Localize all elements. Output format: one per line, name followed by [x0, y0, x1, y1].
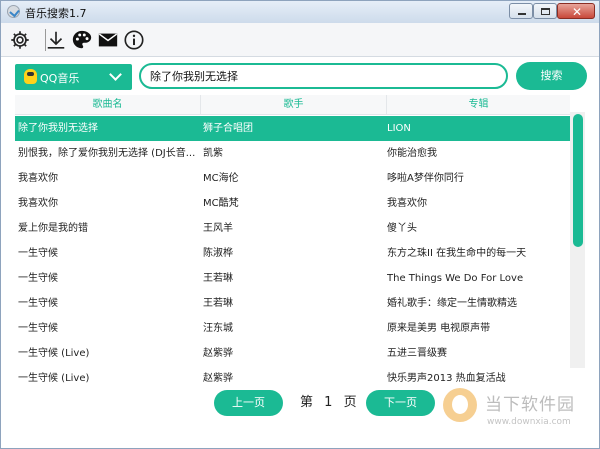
close-icon: ✕: [572, 5, 583, 19]
maximize-icon: [541, 8, 550, 15]
table-row[interactable]: 一生守候 (Live) 赵紫骅 快乐男声2013 热血复活战: [15, 366, 570, 384]
table-row[interactable]: 一生守候 陈淑桦 东方之珠II 在我生命中的每一天: [15, 241, 570, 266]
song-cell: 爱上你是我的错: [18, 223, 88, 234]
scrollbar-thumb[interactable]: [573, 114, 583, 247]
watermark: 当下软件园 www.downxia.com: [441, 384, 591, 444]
table-row[interactable]: 我喜欢你 MC酷梵 我喜欢你: [15, 191, 570, 216]
maximize-button[interactable]: [533, 3, 557, 19]
album-cell: 五进三晋级赛: [387, 348, 447, 359]
table-row[interactable]: 爱上你是我的错 王风羊 傻丫头: [15, 216, 570, 241]
album-cell: 快乐男声2013 热血复活战: [387, 373, 506, 384]
artist-cell: 王风羊: [203, 223, 233, 234]
song-cell: 一生守候: [18, 248, 58, 259]
watermark-url: www.downxia.com: [487, 417, 571, 427]
song-cell: 一生守候: [18, 273, 58, 284]
artist-cell: 狮子合唱团: [203, 123, 253, 134]
close-button[interactable]: ✕: [557, 3, 595, 19]
song-cell: 一生守候: [18, 323, 58, 334]
page-indicator: 第 1 页: [300, 391, 364, 410]
window-title: 音乐搜索1.7: [25, 7, 87, 20]
song-cell: 别恨我，除了爱你我别无选择 (DJ长音...: [18, 148, 196, 159]
album-cell: 哆啦A梦伴你同行: [387, 173, 464, 184]
album-cell: 我喜欢你: [387, 198, 427, 209]
results-list: 除了你我别无选择 狮子合唱团 LION 别恨我，除了爱你我别无选择 (DJ长音.…: [15, 116, 570, 384]
search-button[interactable]: 搜索: [516, 62, 587, 90]
gear-icon[interactable]: [9, 29, 31, 51]
artist-cell: 王若琳: [203, 273, 233, 284]
page-number: 1: [324, 395, 333, 410]
table-row[interactable]: 我喜欢你 MC海伦 哆啦A梦伴你同行: [15, 166, 570, 191]
artist-cell: 汪东城: [203, 323, 233, 334]
song-cell: 我喜欢你: [18, 173, 58, 184]
minimize-icon: [518, 13, 526, 15]
info-icon[interactable]: [123, 29, 145, 51]
artist-cell: 赵紫骅: [203, 373, 233, 384]
watermark-name: 当下软件园: [485, 395, 575, 415]
song-cell: 一生守候: [18, 298, 58, 309]
artist-cell: 凯紫: [203, 148, 223, 159]
app-window: 音乐搜索1.7 ✕ QQ音乐 搜索 歌曲名 歌手: [0, 0, 600, 449]
palette-icon[interactable]: [71, 29, 93, 51]
album-cell: 傻丫头: [387, 223, 417, 234]
page-label-suffix: 页: [343, 395, 357, 410]
toolbar: [1, 23, 599, 57]
next-page-button[interactable]: 下一页: [366, 390, 435, 416]
album-cell: LION: [387, 123, 411, 134]
column-header-album[interactable]: 专辑: [387, 95, 570, 114]
prev-page-button[interactable]: 上一页: [214, 390, 283, 416]
download-icon[interactable]: [45, 29, 67, 51]
artist-cell: 陈淑桦: [203, 248, 233, 259]
table-row[interactable]: 别恨我，除了爱你我别无选择 (DJ长音... 凯紫 你能治愈我: [15, 141, 570, 166]
song-cell: 我喜欢你: [18, 198, 58, 209]
table-row[interactable]: 除了你我别无选择 狮子合唱团 LION: [15, 116, 570, 141]
search-input[interactable]: [139, 63, 508, 89]
watermark-logo-icon: [443, 388, 477, 422]
album-cell: 东方之珠II 在我生命中的每一天: [387, 248, 527, 259]
artist-cell: MC海伦: [203, 173, 239, 184]
minimize-button[interactable]: [509, 3, 533, 19]
page-label-prefix: 第: [300, 395, 314, 410]
album-cell: 原来是美男 电视原声带: [387, 323, 491, 334]
qq-music-logo-icon: [24, 69, 37, 84]
artist-cell: 王若琳: [203, 298, 233, 309]
artist-cell: MC酷梵: [203, 198, 239, 209]
main-content: QQ音乐 搜索 歌曲名 歌手 专辑 除了你我别无选择 狮子合唱团 LION 别恨…: [1, 57, 599, 448]
column-header-artist[interactable]: 歌手: [201, 95, 387, 114]
table-row[interactable]: 一生守候 王若琳 婚礼歌手：缘定一生情歌精选: [15, 291, 570, 316]
table-row[interactable]: 一生守候 (Live) 赵紫骅 五进三晋级赛: [15, 341, 570, 366]
column-header-song[interactable]: 歌曲名: [15, 95, 201, 114]
table-row[interactable]: 一生守候 汪东城 原来是美男 电视原声带: [15, 316, 570, 341]
mail-icon[interactable]: [97, 29, 119, 51]
table-row[interactable]: 一生守候 王若琳 The Things We Do For Love: [15, 266, 570, 291]
album-cell: The Things We Do For Love: [387, 273, 524, 284]
song-cell: 除了你我别无选择: [18, 123, 98, 134]
song-cell: 一生守候 (Live): [18, 348, 90, 359]
album-cell: 婚礼歌手：缘定一生情歌精选: [387, 298, 517, 309]
app-logo-icon: [7, 5, 20, 18]
music-source-label: QQ音乐: [40, 72, 80, 85]
album-cell: 你能治愈我: [387, 148, 437, 159]
song-cell: 一生守候 (Live): [18, 373, 90, 384]
artist-cell: 赵紫骅: [203, 348, 233, 359]
table-header: 歌曲名 歌手 专辑: [15, 95, 570, 115]
title-bar[interactable]: 音乐搜索1.7 ✕: [1, 1, 599, 23]
music-source-select[interactable]: QQ音乐: [15, 64, 132, 90]
chevron-down-icon: [109, 68, 122, 81]
vertical-scrollbar[interactable]: [570, 112, 585, 368]
